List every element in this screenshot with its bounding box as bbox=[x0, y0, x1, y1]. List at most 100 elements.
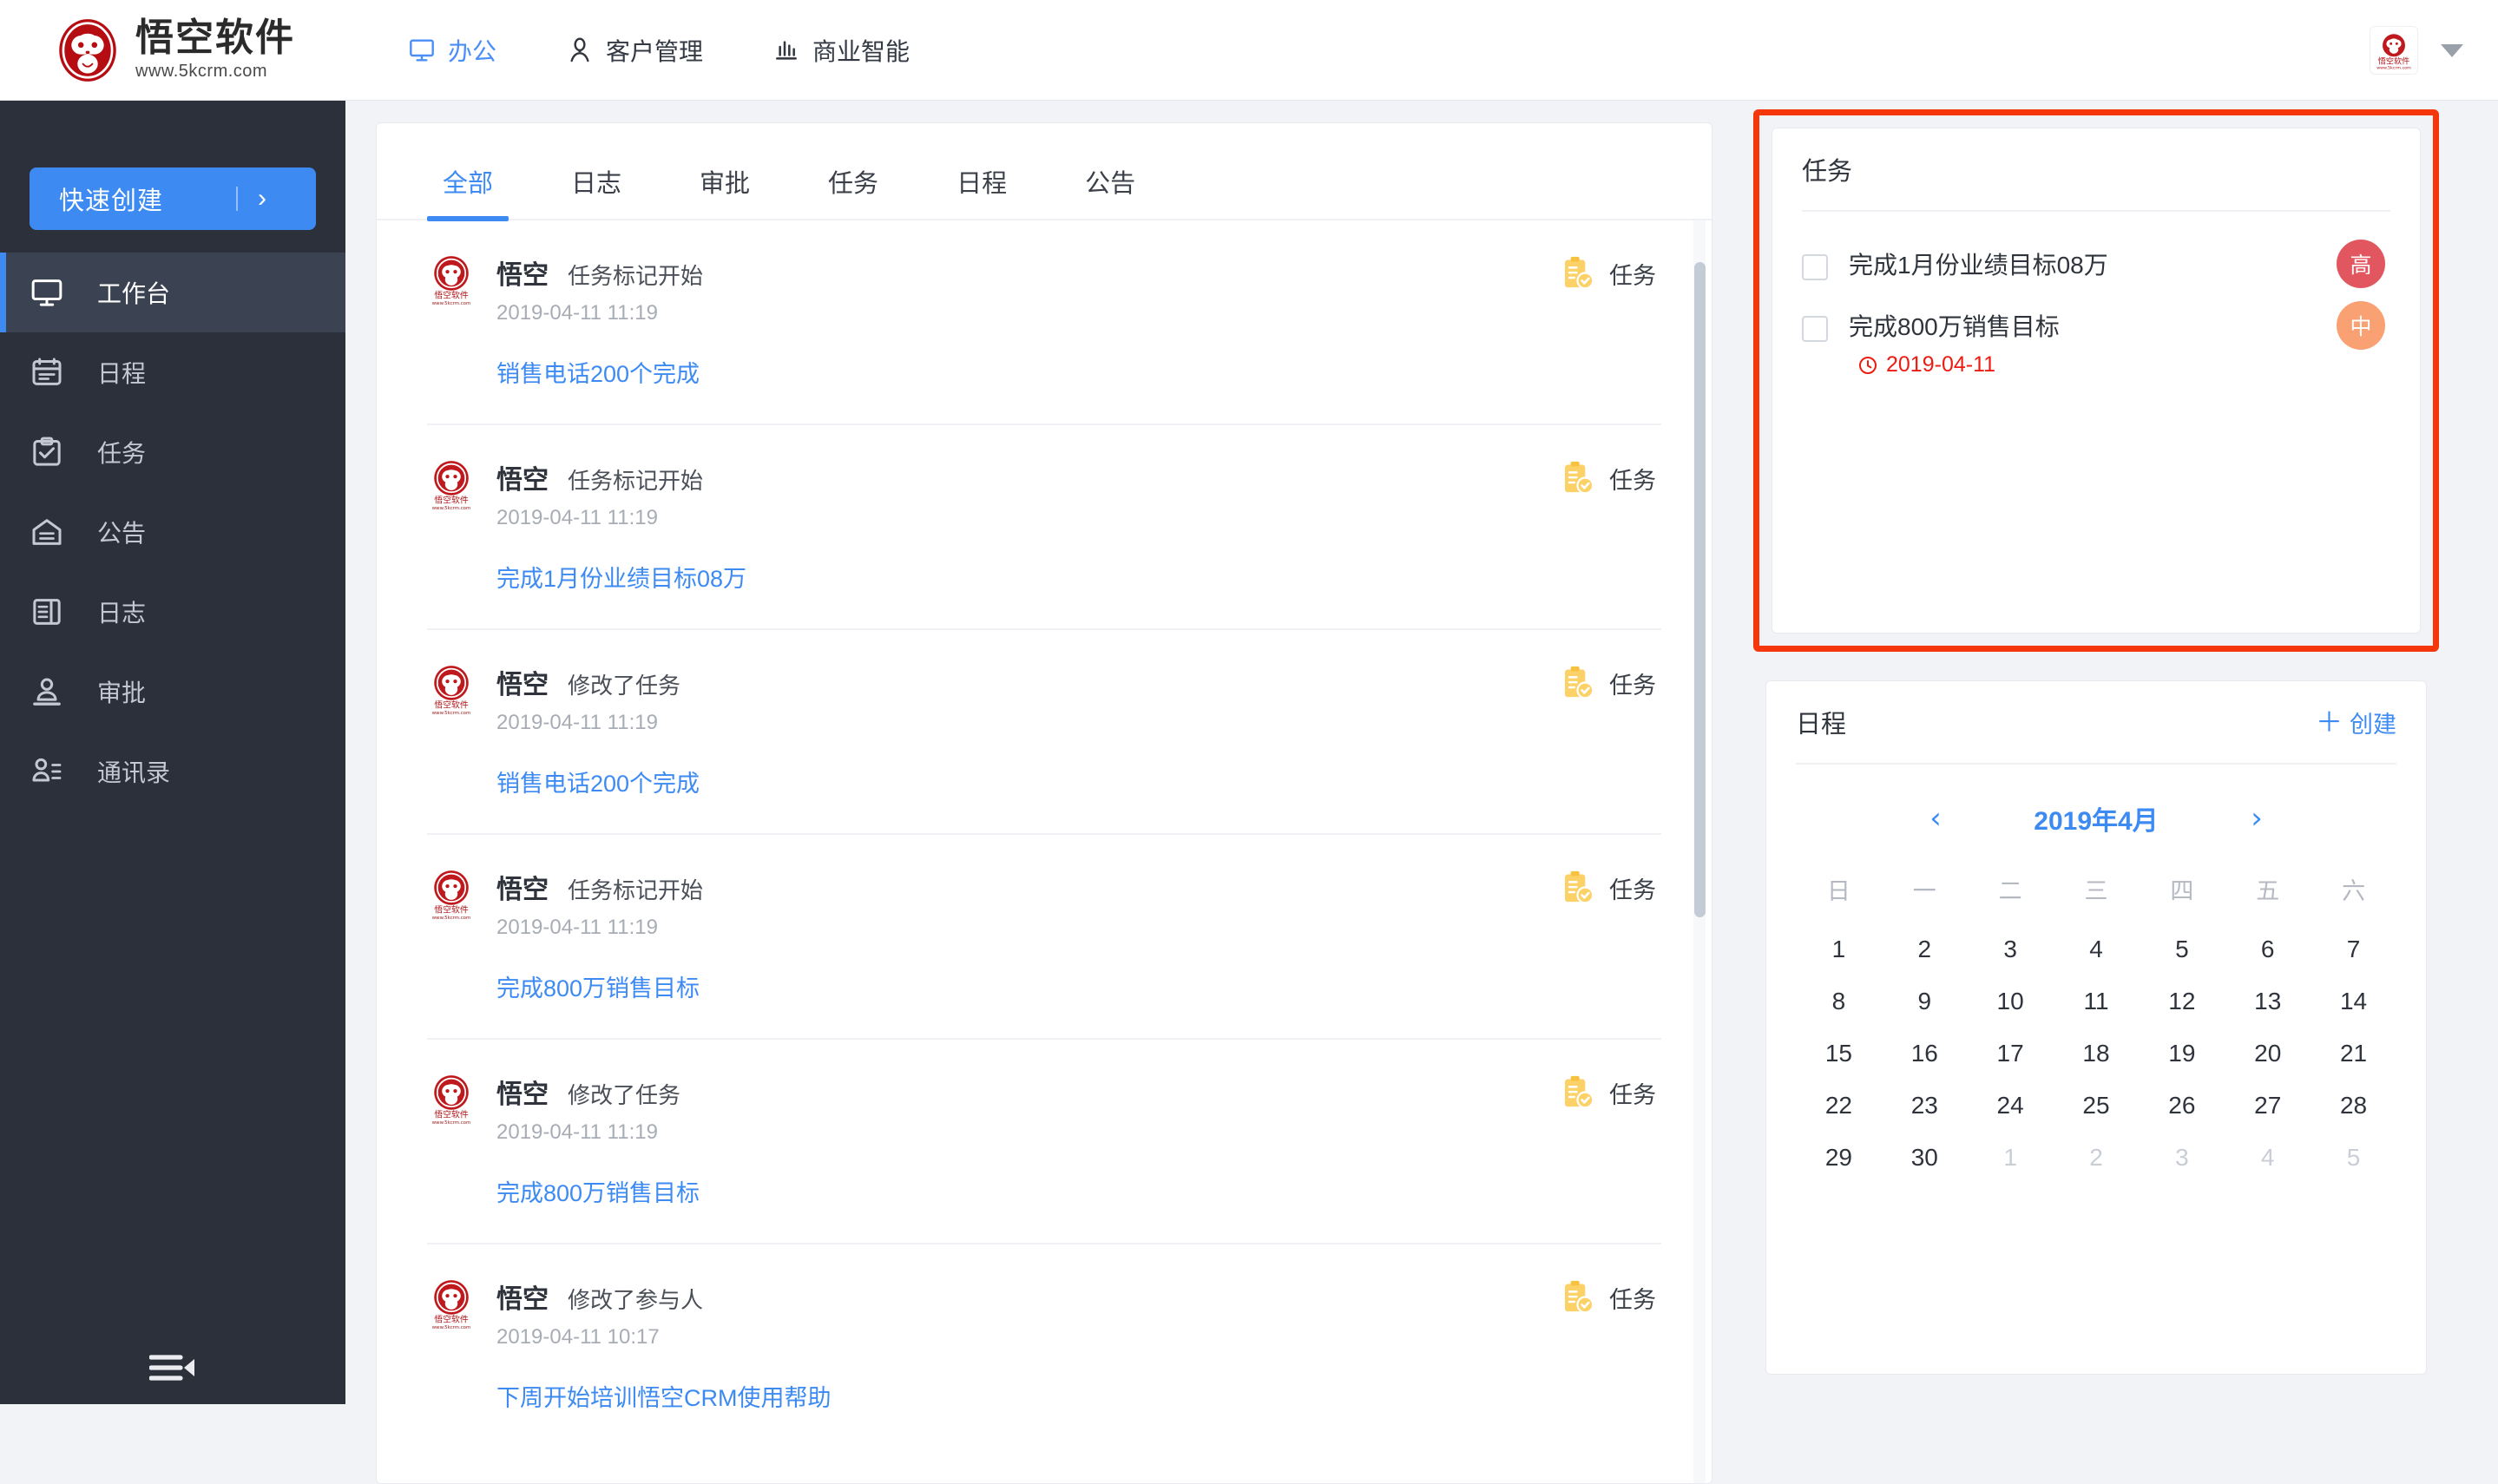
calendar-day[interactable]: 1 bbox=[1796, 936, 1882, 963]
task-list-item[interactable]: 完成800万销售目标 2019-04-11 中 bbox=[1802, 296, 2390, 393]
calendar-day[interactable]: 5 bbox=[2311, 1144, 2396, 1172]
task-panel-title: 任务 bbox=[1802, 158, 1853, 186]
feed-action-text: 修改了参与人 bbox=[568, 1287, 704, 1313]
sidebar-item-workbench[interactable]: 工作台 bbox=[0, 253, 345, 332]
calendar-day[interactable]: 26 bbox=[2139, 1092, 2225, 1120]
calendar-day[interactable]: 11 bbox=[2054, 988, 2140, 1015]
sidebar-item-task[interactable]: 任务 bbox=[0, 412, 345, 492]
calendar-day[interactable]: 3 bbox=[2139, 1144, 2225, 1172]
task-list: 完成1月份业绩目标08万 高 完成800万销售目标 2019-04-11 中 bbox=[1802, 212, 2390, 393]
task-checkbox[interactable] bbox=[1802, 254, 1828, 280]
feed-item[interactable]: 悟空软件 www.5kcrm.com 悟空 任务标记开始 2019-04-11 … bbox=[427, 220, 1661, 425]
sidebar-item-schedule[interactable]: 日程 bbox=[0, 332, 345, 412]
quick-create-button[interactable]: 快速创建 › bbox=[30, 167, 316, 230]
calendar-day[interactable]: 10 bbox=[1968, 988, 2054, 1015]
feed-item[interactable]: 悟空软件 www.5kcrm.com 悟空 修改了任务 2019-04-11 1… bbox=[427, 1040, 1661, 1244]
calendar-day[interactable]: 23 bbox=[1882, 1092, 1968, 1120]
tab-announcement[interactable]: 公告 bbox=[1069, 163, 1151, 219]
calendar-day[interactable]: 29 bbox=[1796, 1144, 1882, 1172]
calendar-day[interactable]: 5 bbox=[2139, 936, 2225, 963]
feed-scrollbar[interactable] bbox=[1693, 220, 1706, 1483]
feed-action-text: 任务标记开始 bbox=[568, 263, 704, 289]
calendar-day[interactable]: 25 bbox=[2054, 1092, 2140, 1120]
activity-feed-card: 全部 日志 审批 任务 日程 公告 悟空软件 www.5kcrm.com 悟空 … bbox=[376, 122, 1712, 1484]
calendar-day[interactable]: 2 bbox=[2054, 1144, 2140, 1172]
calendar-day[interactable]: 2 bbox=[1882, 936, 1968, 963]
chevron-down-icon[interactable] bbox=[2441, 43, 2463, 57]
task-panel-highlight: 任务 完成1月份业绩目标08万 高 完成800万销售目标 2019-04-11 … bbox=[1753, 109, 2439, 652]
feed-item[interactable]: 悟空软件 www.5kcrm.com 悟空 修改了参与人 2019-04-11 … bbox=[427, 1244, 1661, 1448]
calendar-day[interactable]: 21 bbox=[2311, 1040, 2396, 1067]
topnav-item-office[interactable]: 办公 bbox=[373, 0, 531, 101]
sidebar-item-approval[interactable]: 审批 bbox=[0, 652, 345, 732]
calendar-day[interactable]: 17 bbox=[1968, 1040, 2054, 1067]
avatar: 悟空软件 www.5kcrm.com bbox=[427, 253, 476, 307]
sidebar-item-announcement[interactable]: 公告 bbox=[0, 492, 345, 572]
calendar-day[interactable]: 6 bbox=[2225, 936, 2311, 963]
calendar-day[interactable]: 24 bbox=[1968, 1092, 2054, 1120]
calendar-day[interactable]: 27 bbox=[2225, 1092, 2311, 1120]
calendar-day[interactable]: 7 bbox=[2311, 936, 2396, 963]
logo-block[interactable]: 悟空软件 www.5kcrm.com bbox=[0, 0, 347, 101]
create-schedule-button[interactable]: ＋ 创建 bbox=[2316, 706, 2396, 739]
feed-item-link[interactable]: 销售电话200个完成 bbox=[496, 355, 1661, 389]
calendar-day[interactable]: 22 bbox=[1796, 1092, 1882, 1120]
svg-text:www.5kcrm.com: www.5kcrm.com bbox=[432, 1120, 470, 1126]
tab-all[interactable]: 全部 bbox=[427, 163, 509, 221]
sidebar-item-journal[interactable]: 日志 bbox=[0, 572, 345, 652]
calendar-day[interactable]: 18 bbox=[2054, 1040, 2140, 1067]
calendar-weekday: 一 bbox=[1912, 878, 1936, 904]
avatar[interactable]: 悟空软件 www.5kcrm.com bbox=[2370, 26, 2418, 75]
task-due-date: 2019-04-11 bbox=[1857, 352, 2390, 378]
task-clipboard-icon bbox=[1565, 1075, 1594, 1109]
feed-item-link[interactable]: 完成1月份业绩目标08万 bbox=[496, 560, 1661, 594]
user-icon bbox=[570, 36, 589, 62]
calendar-icon bbox=[32, 358, 62, 385]
feed-item-link[interactable]: 完成800万销售目标 bbox=[496, 969, 1661, 1003]
task-priority-badge: 高 bbox=[2337, 240, 2385, 288]
calendar-day[interactable]: 4 bbox=[2225, 1144, 2311, 1172]
feed-item-link[interactable]: 销售电话200个完成 bbox=[496, 765, 1661, 798]
feed-item[interactable]: 悟空软件 www.5kcrm.com 悟空 任务标记开始 2019-04-11 … bbox=[427, 425, 1661, 630]
calendar-day[interactable]: 12 bbox=[2139, 988, 2225, 1015]
feed-type-label: 任务 bbox=[1609, 467, 1656, 494]
calendar-day[interactable]: 15 bbox=[1796, 1040, 1882, 1067]
svg-text:悟空软件: 悟空软件 bbox=[434, 699, 469, 711]
sidebar-collapse-button[interactable] bbox=[0, 1350, 345, 1385]
calendar-day[interactable]: 30 bbox=[1882, 1144, 1968, 1172]
calendar-day[interactable]: 8 bbox=[1796, 988, 1882, 1015]
topnav-label-bi: 商业智能 bbox=[812, 37, 910, 65]
feed-type-label: 任务 bbox=[1609, 262, 1656, 289]
feed-type-tag: 任务 bbox=[1561, 1074, 1656, 1111]
calendar-day[interactable]: 4 bbox=[2054, 936, 2140, 963]
feed-item[interactable]: 悟空软件 www.5kcrm.com 悟空 任务标记开始 2019-04-11 … bbox=[427, 835, 1661, 1040]
topnav-item-bi[interactable]: 商业智能 bbox=[738, 0, 944, 101]
tab-approval[interactable]: 审批 bbox=[684, 163, 766, 219]
feed-item-link[interactable]: 下周开始培训悟空CRM使用帮助 bbox=[496, 1379, 1661, 1413]
calendar-day[interactable]: 20 bbox=[2225, 1040, 2311, 1067]
calendar-day[interactable]: 19 bbox=[2139, 1040, 2225, 1067]
task-checkbox[interactable] bbox=[1802, 316, 1828, 342]
calendar-day[interactable]: 13 bbox=[2225, 988, 2311, 1015]
tab-schedule[interactable]: 日程 bbox=[941, 163, 1022, 219]
task-list-item[interactable]: 完成1月份业绩目标08万 高 bbox=[1802, 234, 2390, 296]
chevron-right-icon[interactable]: › bbox=[2239, 804, 2274, 833]
sidebar-item-contacts[interactable]: 通讯录 bbox=[0, 732, 345, 811]
chevron-left-icon[interactable]: ‹ bbox=[1918, 804, 1953, 833]
calendar-day[interactable]: 3 bbox=[1968, 936, 2054, 963]
tab-task[interactable]: 任务 bbox=[812, 163, 894, 219]
topnav-item-customer[interactable]: 客户管理 bbox=[531, 0, 738, 101]
feed-item-link[interactable]: 完成800万销售目标 bbox=[496, 1174, 1661, 1208]
sidebar-label-contacts: 通讯录 bbox=[97, 759, 171, 786]
calendar-day[interactable]: 28 bbox=[2311, 1092, 2396, 1120]
feed-scroll-thumb[interactable] bbox=[1694, 262, 1706, 917]
calendar-day[interactable]: 9 bbox=[1882, 988, 1968, 1015]
svg-text:www.5kcrm.com: www.5kcrm.com bbox=[2376, 66, 2411, 71]
feed-item[interactable]: 悟空软件 www.5kcrm.com 悟空 修改了任务 2019-04-11 1… bbox=[427, 630, 1661, 835]
calendar-day[interactable]: 16 bbox=[1882, 1040, 1968, 1067]
calendar-day[interactable]: 14 bbox=[2311, 988, 2396, 1015]
tab-journal[interactable]: 日志 bbox=[555, 163, 637, 219]
logo-subtitle: www.5kcrm.com bbox=[135, 61, 268, 81]
svg-text:悟空软件: 悟空软件 bbox=[434, 1109, 469, 1120]
calendar-day[interactable]: 1 bbox=[1968, 1144, 2054, 1172]
